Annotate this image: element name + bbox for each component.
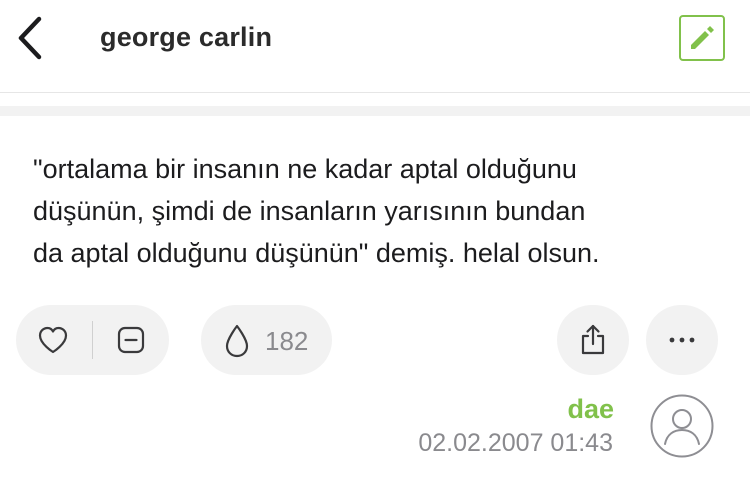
drop-icon: [225, 324, 249, 358]
share-button[interactable]: [557, 305, 629, 375]
share-icon: [581, 324, 605, 355]
page-title[interactable]: george carlin: [100, 22, 272, 53]
author-name[interactable]: dae: [567, 394, 614, 425]
author-avatar[interactable]: [650, 394, 714, 458]
entry-content: "ortalama bir insanın ne kadar aptal old…: [33, 154, 600, 268]
more-options-button[interactable]: [646, 305, 718, 375]
minus-box-icon: [117, 326, 145, 354]
entry-timestamp[interactable]: 02.02.2007 01:43: [418, 429, 613, 458]
heart-icon: [38, 326, 68, 354]
favorite-count: 182: [265, 326, 309, 356]
top-bar: george carlin: [0, 0, 750, 80]
ellipsis-icon: [669, 337, 695, 343]
upvote-button[interactable]: [36, 323, 70, 357]
back-button[interactable]: [8, 10, 52, 66]
pencil-icon: [691, 26, 714, 49]
downvote-button[interactable]: [114, 323, 148, 357]
header-divider: [0, 92, 750, 93]
section-divider: [0, 106, 750, 116]
favorite-button[interactable]: [220, 322, 254, 360]
user-icon: [650, 394, 714, 458]
edit-button[interactable]: [679, 15, 725, 61]
chevron-left-icon: [18, 16, 42, 60]
vote-divider: [92, 321, 93, 359]
